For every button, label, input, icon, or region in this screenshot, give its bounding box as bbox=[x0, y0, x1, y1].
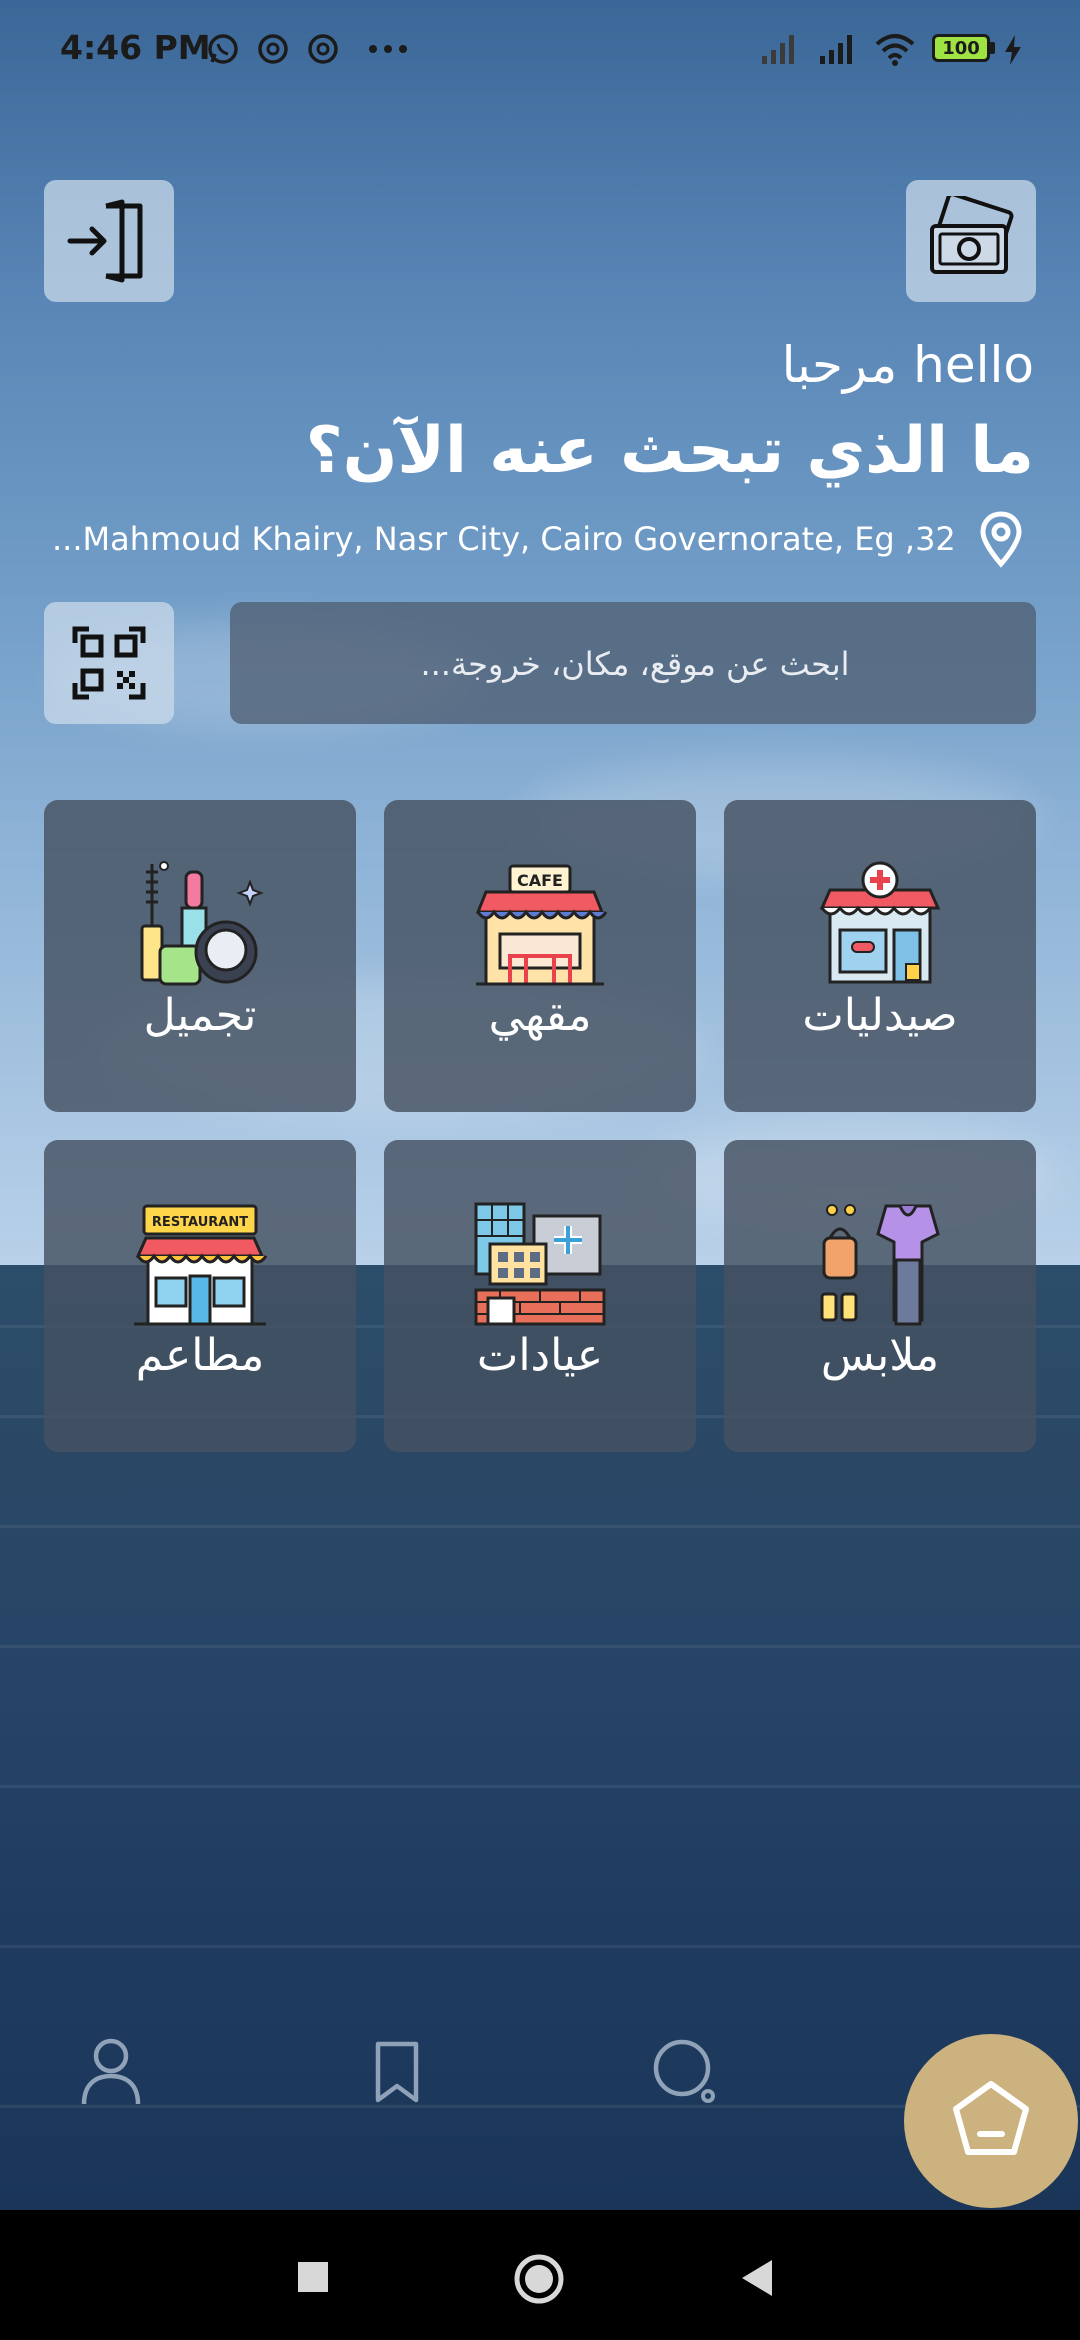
money-icon bbox=[930, 196, 1014, 274]
search-icon[interactable] bbox=[650, 2036, 720, 2108]
money-button[interactable] bbox=[906, 180, 1036, 302]
cosmetics-icon bbox=[140, 861, 264, 986]
category-clothes[interactable]: ملابس bbox=[724, 1140, 1036, 1452]
clothes-icon bbox=[820, 1204, 940, 1326]
qr-scan-button[interactable] bbox=[44, 602, 174, 724]
battery-icon: 100 bbox=[932, 34, 990, 62]
category-pharmacies[interactable]: صيدليات bbox=[724, 800, 1036, 1112]
restaurant-icon: RESTAURANT bbox=[134, 1204, 268, 1326]
wifi-icon bbox=[875, 34, 915, 66]
current-address[interactable]: ...Mahmoud Khairy, Nasr City, Cairo Gove… bbox=[52, 520, 956, 558]
category-label: مقهي bbox=[488, 990, 592, 1041]
home-button[interactable] bbox=[904, 2034, 1078, 2208]
page-title: ما الذي تبحث عنه الآن؟ bbox=[305, 414, 1034, 488]
category-restaurants[interactable]: RESTAURANT مطاعم bbox=[44, 1140, 356, 1452]
status-time: 4:46 PM bbox=[60, 28, 211, 67]
clinic-icon bbox=[474, 1202, 606, 1326]
whatsapp-icon bbox=[208, 34, 238, 64]
category-label: صيدليات bbox=[802, 990, 958, 1041]
category-cosmetics[interactable]: تجميل bbox=[44, 800, 356, 1112]
category-label: تجميل bbox=[143, 990, 257, 1041]
logout-button[interactable] bbox=[44, 180, 174, 302]
category-label: عيادات bbox=[476, 1330, 604, 1381]
search-box[interactable] bbox=[230, 602, 1040, 726]
signal-icon bbox=[762, 35, 794, 64]
category-label: ملابس bbox=[820, 1330, 940, 1381]
category-label: مطاعم bbox=[135, 1330, 265, 1381]
cafe-sign: CAFE bbox=[517, 871, 563, 890]
category-cafe[interactable]: CAFE مقهي bbox=[384, 800, 696, 1112]
status-bar: 4:46 PM 100 bbox=[0, 0, 1080, 96]
battery-tip bbox=[990, 42, 995, 54]
more-icon bbox=[369, 45, 407, 53]
pharmacy-icon bbox=[819, 861, 941, 984]
battery-level: 100 bbox=[942, 38, 980, 59]
home-icon bbox=[953, 2081, 1029, 2155]
charging-icon bbox=[1005, 35, 1021, 65]
signal-icon bbox=[820, 35, 852, 64]
login-icon bbox=[67, 199, 143, 283]
back-icon[interactable] bbox=[740, 2258, 776, 2298]
at-icon bbox=[308, 34, 338, 64]
category-clinics[interactable]: عيادات bbox=[384, 1140, 696, 1452]
cafe-icon: CAFE bbox=[475, 864, 608, 986]
at-icon bbox=[258, 34, 288, 64]
greeting: مرحبا hello bbox=[781, 336, 1034, 394]
recent-apps-icon[interactable] bbox=[296, 2260, 330, 2294]
profile-icon[interactable] bbox=[78, 2036, 144, 2108]
bookmark-icon[interactable] bbox=[372, 2040, 422, 2106]
location-pin-icon[interactable] bbox=[978, 510, 1024, 568]
search-input[interactable] bbox=[230, 602, 1040, 726]
home-system-icon[interactable] bbox=[512, 2252, 566, 2306]
restaurant-sign: RESTAURANT bbox=[152, 1215, 248, 1230]
qr-code-icon bbox=[72, 626, 146, 700]
